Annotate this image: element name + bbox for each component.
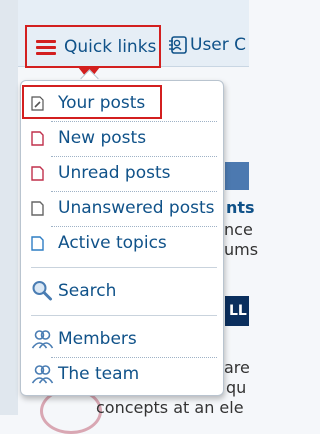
menu-item-new-posts[interactable]: New posts (31, 123, 221, 153)
background-text: are (224, 358, 250, 377)
menu-item-label: Unanswered posts (58, 198, 215, 218)
user-control-panel-link[interactable]: User C (168, 35, 246, 55)
background-text: qu (226, 378, 247, 397)
active-topic-icon (31, 235, 44, 251)
quick-links-label: Quick links (64, 37, 157, 57)
menu-item-label: The team (58, 364, 140, 384)
page-left-rail (0, 0, 18, 415)
background-text: ums (224, 240, 259, 259)
highlight-box (22, 85, 162, 119)
panel-header-background (225, 162, 249, 190)
user-card-icon (169, 36, 187, 54)
menu-item-unread-posts[interactable]: Unread posts (31, 158, 221, 188)
hamburger-menu-icon (36, 40, 56, 55)
background-text: concepts at an ele (96, 398, 244, 417)
quick-links-dropdown: Your posts New posts Unread posts Unansw… (20, 80, 224, 396)
members-icon (31, 330, 54, 349)
menu-item-label: New posts (58, 128, 147, 148)
section-header-strip: LL (225, 296, 249, 326)
unread-post-icon (31, 165, 44, 181)
section-header-text: LL (229, 303, 247, 319)
menu-item-label: Active topics (58, 233, 167, 253)
quick-links-button[interactable]: Quick links (25, 25, 161, 68)
unanswered-post-icon (31, 200, 44, 216)
menu-item-members[interactable]: Members (31, 324, 221, 354)
menu-item-the-team[interactable]: The team (31, 359, 221, 389)
background-text: nce (224, 220, 253, 239)
team-icon (31, 365, 54, 384)
background-text: nts (226, 198, 255, 217)
menu-item-label: Search (58, 281, 117, 301)
menu-item-active-topics[interactable]: Active topics (31, 228, 221, 258)
menu-item-label: Members (58, 329, 137, 349)
search-icon (32, 281, 52, 301)
new-post-icon (31, 130, 44, 146)
menu-item-search[interactable]: Search (31, 276, 221, 306)
user-control-panel-label: User C (190, 35, 247, 55)
menu-item-unanswered-posts[interactable]: Unanswered posts (31, 193, 221, 223)
menu-item-label: Unread posts (58, 163, 171, 183)
